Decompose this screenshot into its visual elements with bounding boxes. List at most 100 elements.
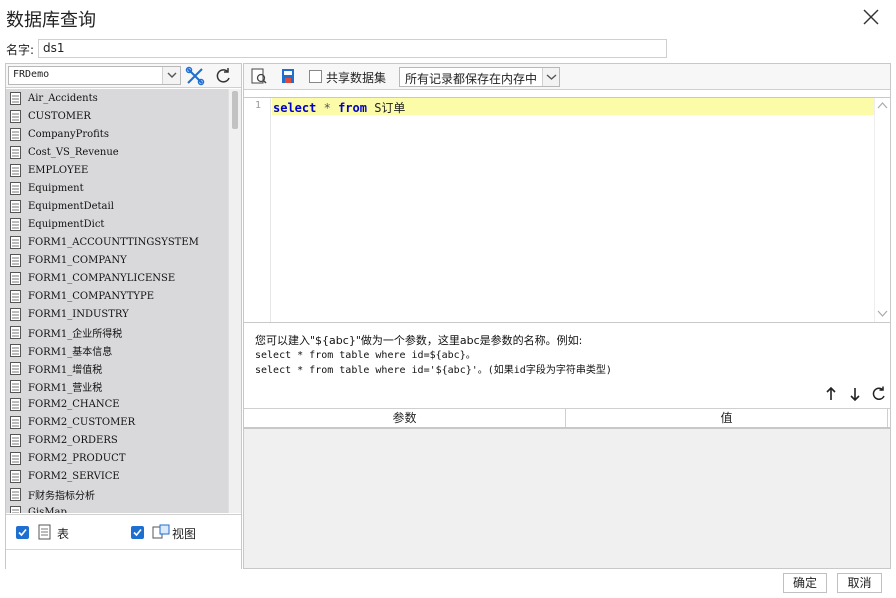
column-header-param[interactable]: 参数 [244,409,566,427]
chevron-down-icon [162,67,180,84]
table-icon [10,397,21,411]
preview-icon [251,68,267,84]
table-list-item[interactable]: Equipment [6,179,228,197]
show-tables-label: 表 [57,527,70,541]
table-icon [10,163,21,177]
name-input[interactable]: ds1 [38,39,667,58]
table-list-item[interactable]: Air_Accidents [6,89,228,107]
table-list-item[interactable]: EMPLOYEE [6,161,228,179]
table-icon [10,433,21,447]
table-list-item[interactable]: FORM1_COMPANYLICENSE [6,269,228,287]
table-list-item[interactable]: F财务指标分析 [6,485,228,503]
sql-editor[interactable]: 1 select * from S订单 [244,97,890,323]
table-list-item-label: FORM1_营业税 [28,382,103,394]
table-list-item[interactable]: FORM2_SERVICE [6,467,228,485]
hint-line-3: select * from table where id='${abc}'。(如… [255,365,612,376]
table-list-item[interactable]: FORM1_ACCOUNTTINGSYSTEM [6,233,228,251]
table-icon [10,217,21,231]
table-list-item[interactable]: FORM1_增值税 [6,359,228,377]
share-dataset-checkbox[interactable] [309,70,322,83]
database-select[interactable]: FRDemo [8,66,181,85]
editor-scrollbar[interactable] [874,98,889,322]
query-toolbar: 共享数据集 所有记录都保存在内存中 [244,64,890,90]
line-number: 1 [254,100,261,111]
table-list-item-label: EquipmentDetail [28,200,114,212]
table-list-item[interactable]: EquipmentDetail [6,197,228,215]
table-list-item-label: EquipmentDict [28,218,105,230]
scroll-down-icon [877,310,888,317]
table-list-item[interactable]: FORM1_基本信息 [6,341,228,359]
sql-code[interactable]: select * from S订单 [273,99,405,116]
table-list-item[interactable]: EquipmentDict [6,215,228,233]
arrow-down-icon [850,388,860,402]
table-list-item-label: EMPLOYEE [28,164,89,176]
refresh-button[interactable] [213,66,235,86]
table-icon [10,289,21,303]
preview-button[interactable] [248,66,270,86]
parameter-table[interactable]: 参数 值 [244,408,890,568]
table-list-item-label: CUSTOMER [28,110,91,122]
table-list-item-label: FORM1_企业所得税 [28,328,123,340]
table-list[interactable]: Air_Accidents CUSTOMER CompanyProfits Cost_… [6,89,228,513]
table-list-item-label: FORM2_SERVICE [28,470,120,482]
storage-mode-select[interactable]: 所有记录都保存在内存中 [399,67,560,87]
table-list-scrollbar[interactable] [228,89,241,513]
name-label: 名字: [6,43,35,57]
table-list-item[interactable]: CompanyProfits [6,125,228,143]
table-list-item[interactable]: FORM1_COMPANYTYPE [6,287,228,305]
table-list-item[interactable]: Cost_VS_Revenue [6,143,228,161]
table-icon [10,91,21,105]
refresh-icon [216,68,230,83]
table-icon [10,235,21,249]
edit-connection-button[interactable] [184,66,206,86]
table-list-item[interactable]: FORM1_COMPANY [6,251,228,269]
show-views-checkbox[interactable] [131,526,144,539]
ok-button[interactable]: 确定 [783,573,827,593]
table-icon [10,271,21,285]
scrollbar-thumb[interactable] [232,91,238,129]
table-list-item-label: FORM1_基本信息 [28,346,113,358]
column-header-value[interactable]: 值 [566,409,888,427]
table-list-item[interactable]: FORM1_企业所得税 [6,323,228,341]
table-list-item[interactable]: GisMap [6,503,228,513]
table-list-item-label: FORM2_ORDERS [28,434,118,446]
sql-editor-button[interactable] [277,66,299,86]
database-icon [282,69,294,83]
table-list-item[interactable]: FORM1_INDUSTRY [6,305,228,323]
move-up-button[interactable] [822,385,840,403]
hint-line-1: 您可以建入"${abc}"做为一个参数，这里abc是参数的名称。例如: [255,334,583,347]
move-down-button[interactable] [846,385,864,403]
table-list-item[interactable]: FORM2_ORDERS [6,431,228,449]
view-icon [152,524,170,540]
sql-keyword-from: from [338,101,367,115]
hint-line-2: select * from table where id=${abc}。 [255,350,476,361]
table-list-item-label: FORM1_COMPANYLICENSE [28,272,176,284]
table-list-item[interactable]: FORM2_CUSTOMER [6,413,228,431]
table-list-item-label: FORM1_COMPANYTYPE [28,290,155,302]
table-list-item-label: FORM2_PRODUCT [28,452,126,464]
check-icon [133,528,142,537]
show-tables-checkbox[interactable] [16,526,29,539]
table-list-item[interactable]: FORM2_CHANCE [6,395,228,413]
refresh-parameters-button[interactable] [870,385,888,403]
table-list-item[interactable]: CUSTOMER [6,107,228,125]
table-icon [10,487,21,501]
left-panel: FRDemo Air_Accidents CUSTOMER CompanyProfi… [5,63,242,569]
parameter-table-header: 参数 值 [244,409,890,429]
title-bar: 数据库查询 [0,0,896,36]
table-icon [10,109,21,123]
database-select-value: FRDemo [13,69,50,80]
table-icon [10,145,21,159]
table-icon [10,343,21,357]
cancel-button[interactable]: 取消 [837,573,882,593]
close-button[interactable] [860,6,882,28]
refresh-icon [872,386,885,400]
table-filter-input[interactable] [6,549,241,569]
table-list-item-label: FORM2_CHANCE [28,398,120,410]
table-icon [10,253,21,267]
chevron-down-icon [542,68,559,86]
table-icon [10,379,21,393]
table-list-item[interactable]: FORM2_PRODUCT [6,449,228,467]
left-bottom: 表 视图 [6,514,241,569]
table-list-item[interactable]: FORM1_营业税 [6,377,228,395]
